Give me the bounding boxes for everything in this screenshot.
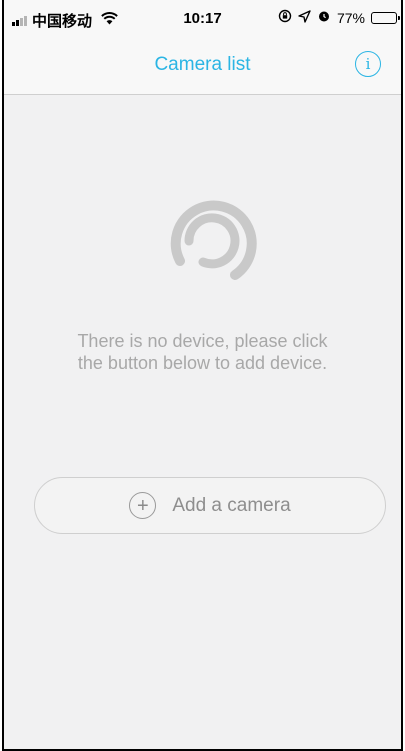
info-button[interactable]: i	[355, 51, 381, 77]
empty-state-message: There is no device, please click the but…	[77, 331, 328, 373]
plus-circle-icon: +	[129, 492, 157, 519]
alarm-icon	[317, 9, 331, 26]
top-bar: 中国移动 10:17 77% Camera list i	[4, 0, 401, 95]
status-bar: 中国移动 10:17 77%	[4, 0, 401, 38]
location-icon	[298, 9, 311, 26]
info-icon: i	[365, 55, 371, 73]
battery-icon	[371, 11, 400, 24]
app-screen: 中国移动 10:17 77% Camera list i There is no…	[2, 0, 403, 751]
add-camera-button[interactable]: + Add a camera	[34, 477, 386, 534]
camera-ring-logo-icon	[162, 191, 262, 291]
add-camera-label: Add a camera	[172, 494, 291, 516]
page-title: Camera list	[154, 54, 251, 75]
orientation-lock-icon	[278, 9, 292, 26]
status-right: 77%	[278, 9, 400, 26]
battery-percent: 77%	[336, 9, 365, 26]
